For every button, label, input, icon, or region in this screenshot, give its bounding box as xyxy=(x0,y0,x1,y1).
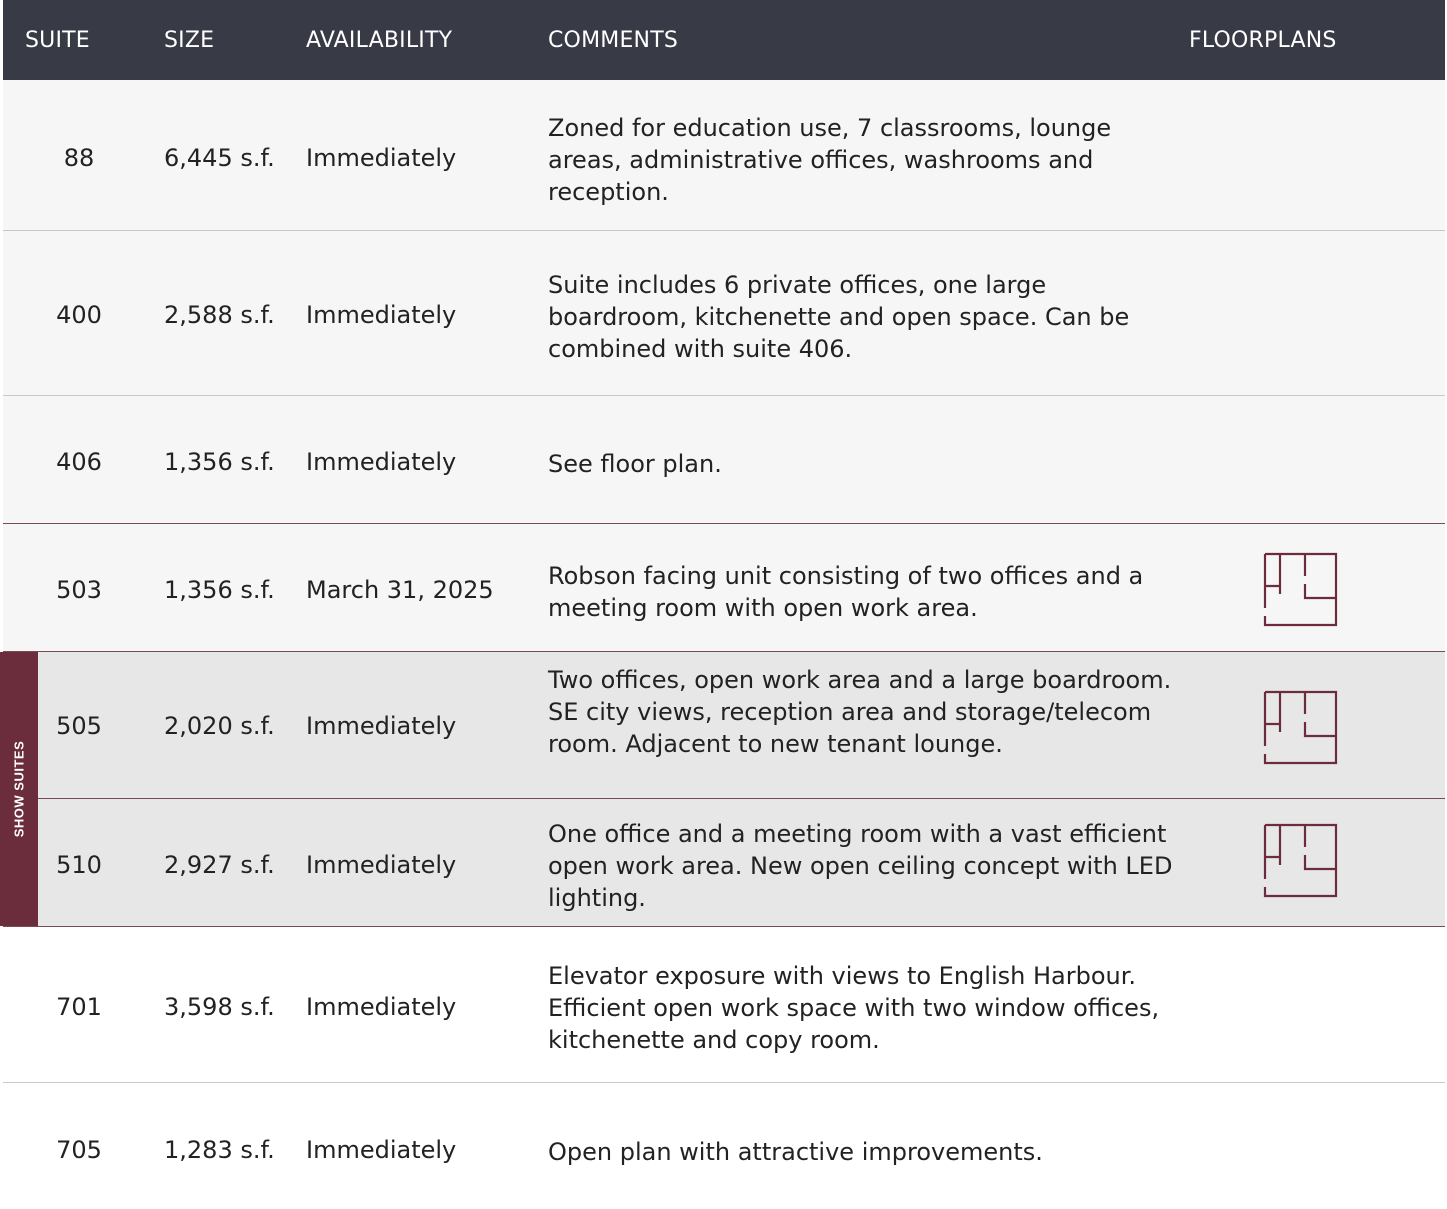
suite-number: 88 xyxy=(63,144,95,172)
suite-availability: Immediately xyxy=(306,448,457,476)
column-header-availability: AVAILABILITY xyxy=(306,28,453,53)
suite-size: 2,588 s.f. xyxy=(164,301,275,329)
suite-comments: Robson facing unit consisting of two off… xyxy=(548,562,1144,622)
show-suites-label: SHOW SUITES xyxy=(11,740,27,838)
suite-comments: Open plan with attractive improvements. xyxy=(548,1138,1043,1166)
suite-size: 1,283 s.f. xyxy=(164,1136,275,1164)
table-row: 505 2,020 s.f. Immediately Two offices, … xyxy=(3,652,1445,798)
floorplan-icon[interactable] xyxy=(1260,684,1340,768)
table-row: 510 2,927 s.f. Immediately One office an… xyxy=(3,799,1445,926)
suite-size: 2,927 s.f. xyxy=(164,851,275,879)
suite-size: 1,356 s.f. xyxy=(164,448,275,476)
suite-comments: Zoned for education use, 7 classrooms, l… xyxy=(548,114,1112,206)
column-header-suite: SUITE xyxy=(25,28,90,53)
table-row: 705 1,283 s.f. Immediately Open plan wit… xyxy=(3,1083,1445,1209)
suite-size: 1,356 s.f. xyxy=(164,576,275,604)
table-row: 701 3,598 s.f. Immediately Elevator expo… xyxy=(3,927,1445,1082)
suite-number: 406 xyxy=(56,448,102,476)
suite-size: 2,020 s.f. xyxy=(164,712,275,740)
suite-availability: Immediately xyxy=(306,1136,457,1164)
table-row: 503 1,356 s.f. March 31, 2025 Robson fac… xyxy=(3,524,1445,651)
table-row: 400 2,588 s.f. Immediately Suite include… xyxy=(3,231,1445,395)
column-header-comments: COMMENTS xyxy=(548,28,679,53)
suite-comments: One office and a meeting room with a vas… xyxy=(548,820,1173,912)
suite-availability: March 31, 2025 xyxy=(306,576,494,604)
suite-comments: See floor plan. xyxy=(548,450,722,478)
suite-availability: Immediately xyxy=(306,712,457,740)
floorplan-icon[interactable] xyxy=(1260,546,1340,630)
suite-comments: Two offices, open work area and a large … xyxy=(548,666,1172,758)
suite-availability: Immediately xyxy=(306,993,457,1021)
table-row: 88 6,445 s.f. Immediately Zoned for educ… xyxy=(3,80,1445,230)
column-header-size: SIZE xyxy=(164,28,215,53)
suite-number: 503 xyxy=(56,576,102,604)
table-row: 406 1,356 s.f. Immediately See floor pla… xyxy=(3,396,1445,523)
suite-size: 6,445 s.f. xyxy=(164,144,275,172)
column-header-floorplans: FLOORPLANS xyxy=(1189,28,1337,53)
suite-number: 705 xyxy=(56,1136,102,1164)
suite-comments: Suite includes 6 private offices, one la… xyxy=(548,271,1130,363)
suite-availability: Immediately xyxy=(306,851,457,879)
suite-size: 3,598 s.f. xyxy=(164,993,275,1021)
suite-number: 701 xyxy=(56,993,102,1021)
suite-availability: Immediately xyxy=(306,301,457,329)
floorplan-icon[interactable] xyxy=(1260,817,1340,901)
table-header: SUITE SIZE AVAILABILITY COMMENTS FLOORPL… xyxy=(3,0,1445,80)
suite-comments: Elevator exposure with views to English … xyxy=(548,962,1160,1054)
suite-number: 400 xyxy=(56,301,102,329)
show-suites-tab: SHOW SUITES xyxy=(0,652,38,926)
suite-availability: Immediately xyxy=(306,144,457,172)
